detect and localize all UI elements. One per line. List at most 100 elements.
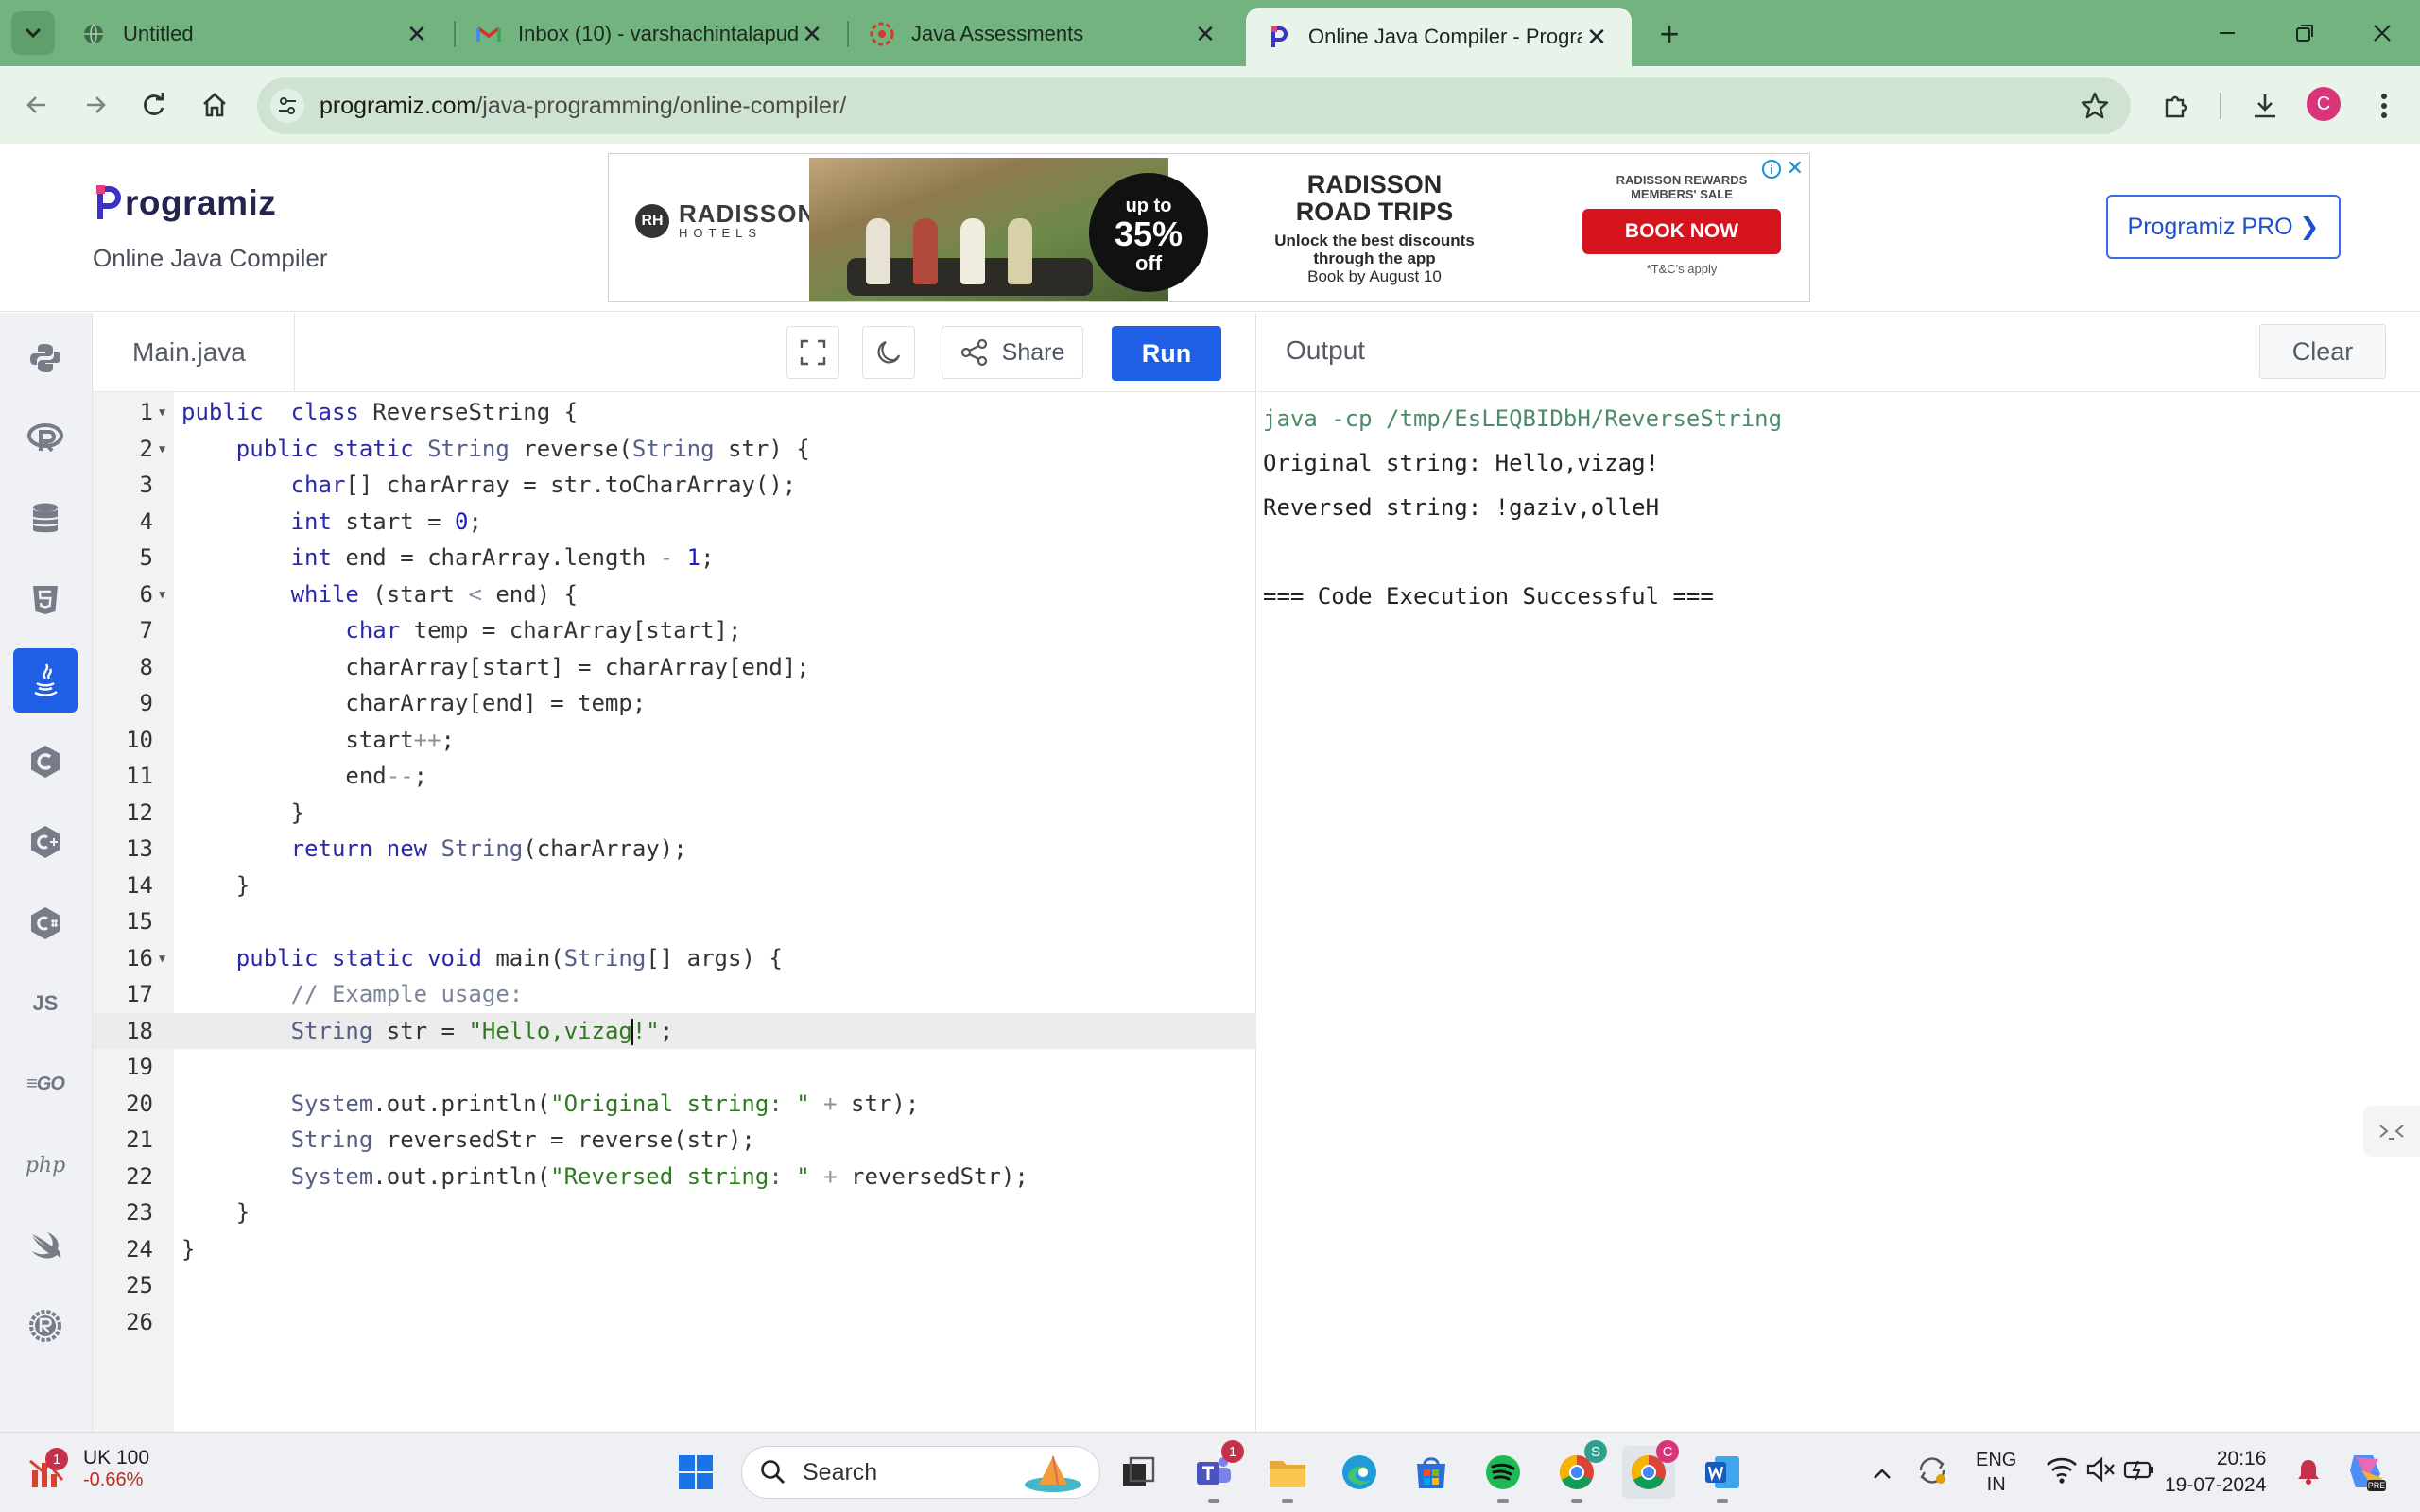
python-icon[interactable] <box>13 326 78 390</box>
start-button[interactable] <box>669 1446 722 1499</box>
site-info-icon[interactable] <box>270 89 304 123</box>
back-button[interactable] <box>15 83 59 127</box>
extensions-button[interactable] <box>2155 85 2197 127</box>
code-line[interactable]: 19 <box>93 1049 1256 1086</box>
code-line[interactable]: 7 char temp = charArray[start]; <box>93 612 1256 649</box>
code-line[interactable]: 11 end--; <box>93 758 1256 795</box>
taskbar-search[interactable]: Search <box>741 1446 1100 1499</box>
teams-app[interactable]: 1 <box>1187 1440 1244 1503</box>
clock[interactable]: 20:16 19-07-2024 <box>2165 1446 2266 1499</box>
ad-close-icon[interactable]: ✕ <box>1787 156 1804 180</box>
bookmark-star-icon[interactable] <box>2080 91 2110 121</box>
code-line[interactable]: 2 ▼ public static String reverse(String s… <box>93 431 1256 468</box>
code-line[interactable]: 17 // Example usage: <box>93 976 1256 1013</box>
programiz-logo[interactable]: rogramiz <box>95 181 276 223</box>
code-line[interactable]: 12 } <box>93 795 1256 832</box>
language-indicator[interactable]: ENG IN <box>1976 1448 2016 1497</box>
swift-icon[interactable] <box>13 1213 78 1278</box>
copilot-icon[interactable]: PRE <box>2344 1450 2388 1500</box>
code-line[interactable]: 1 ▼ public class ReverseString { <box>93 394 1256 431</box>
edge-app[interactable] <box>1333 1446 1386 1499</box>
cpp-icon[interactable] <box>13 810 78 874</box>
book-now-button[interactable]: BOOK NOW <box>1582 209 1781 254</box>
chrome-profile-s-app[interactable]: S <box>1550 1440 1607 1503</box>
battery-charging-icon[interactable] <box>2123 1455 2155 1490</box>
show-hidden-icons-button[interactable] <box>1872 1448 1893 1505</box>
minimize-button[interactable] <box>2199 9 2256 57</box>
downloads-button[interactable] <box>2244 85 2286 127</box>
js-icon[interactable]: JS <box>13 971 78 1036</box>
code-line[interactable]: 10 start++; <box>93 722 1256 759</box>
sync-icon[interactable] <box>1915 1453 1949 1494</box>
run-button[interactable]: Run <box>1112 326 1221 381</box>
code-line[interactable]: 25 <box>93 1267 1256 1304</box>
wifi-icon[interactable] <box>2046 1455 2078 1490</box>
clear-button[interactable]: Clear <box>2259 324 2386 379</box>
profile-avatar[interactable]: C <box>2307 87 2341 121</box>
feedback-tab[interactable] <box>2363 1106 2420 1157</box>
code-line[interactable]: 4 int start = 0; <box>93 504 1256 541</box>
html-icon[interactable] <box>13 568 78 632</box>
code-line[interactable]: 18 String str = "Hello,vizag!"; <box>93 1012 1256 1049</box>
close-tab-icon[interactable]: ✕ <box>1582 23 1611 51</box>
reload-button[interactable] <box>132 83 176 127</box>
tab-inbox[interactable]: Inbox (10) - varshachintalapudi ✕ <box>456 8 847 60</box>
java-icon[interactable] <box>13 648 78 713</box>
advertisement-banner[interactable]: RH RADISSON HOTELS up to 35% off RADISSO… <box>608 153 1810 302</box>
code-line[interactable]: 13 return new String(charArray); <box>93 831 1256 868</box>
share-button[interactable]: Share <box>942 326 1083 379</box>
code-line[interactable]: 3 char[] charArray = str.toCharArray(); <box>93 467 1256 504</box>
fold-toggle-icon[interactable]: ▼ <box>159 394 165 431</box>
code-line[interactable]: 14 } <box>93 868 1256 904</box>
close-tab-icon[interactable]: ✕ <box>403 20 431 48</box>
url-text[interactable]: programiz.com/java-programming/online-co… <box>320 93 846 120</box>
code-line[interactable]: 21 String reversedStr = reverse(str); <box>93 1122 1256 1159</box>
r-icon[interactable] <box>13 406 78 471</box>
home-button[interactable] <box>193 83 236 127</box>
ad-info-icon[interactable]: i <box>1762 160 1781 179</box>
rust-icon[interactable] <box>13 1294 78 1358</box>
code-line[interactable]: 20 System.out.println("Original string: … <box>93 1086 1256 1123</box>
tab-search-button[interactable] <box>11 11 55 55</box>
csharp-icon[interactable] <box>13 891 78 955</box>
file-tab-main-java[interactable]: Main.java <box>93 313 295 392</box>
word-app[interactable] <box>1696 1446 1749 1503</box>
code-line[interactable]: 6 ▼ while (start < end) { <box>93 576 1256 613</box>
programiz-pro-button[interactable]: Programiz PRO ❯ <box>2106 195 2341 259</box>
dark-mode-button[interactable] <box>862 326 915 379</box>
c-icon[interactable] <box>13 730 78 794</box>
file-explorer-app[interactable] <box>1261 1446 1314 1503</box>
forward-button[interactable] <box>74 83 117 127</box>
code-line[interactable]: 16 ▼ public static void main(String[] arg… <box>93 940 1256 977</box>
go-icon[interactable]: ≡GO <box>13 1052 78 1116</box>
volume-muted-icon[interactable] <box>2085 1455 2116 1490</box>
microsoft-store-app[interactable] <box>1405 1446 1458 1499</box>
fold-toggle-icon[interactable]: ▼ <box>159 576 165 613</box>
close-window-button[interactable] <box>2354 9 2411 57</box>
browser-menu-button[interactable] <box>2363 85 2405 127</box>
notifications-bell-icon[interactable] <box>2295 1457 2322 1492</box>
chrome-profile-c-app[interactable]: C <box>1622 1440 1679 1499</box>
code-line[interactable]: 24} <box>93 1231 1256 1268</box>
code-line[interactable]: 15 <box>93 903 1256 940</box>
code-line[interactable]: 26 <box>93 1304 1256 1341</box>
code-text-area[interactable]: 1 ▼ public class ReverseString {2 ▼ public … <box>93 392 1256 1432</box>
code-line[interactable]: 8 charArray[start] = charArray[end]; <box>93 649 1256 686</box>
tab-java-assessments[interactable]: Java Assessments ✕ <box>849 8 1240 60</box>
tab-untitled[interactable]: Untitled ✕ <box>60 8 452 60</box>
fold-toggle-icon[interactable]: ▼ <box>159 431 165 468</box>
code-line[interactable]: 9 charArray[end] = temp; <box>93 685 1256 722</box>
spotify-app[interactable] <box>1477 1446 1530 1503</box>
stock-widget[interactable]: 1 UK 100 -0.66% <box>28 1446 149 1491</box>
code-line[interactable]: 23 } <box>93 1194 1256 1231</box>
task-view-button[interactable] <box>1112 1446 1165 1499</box>
restore-button[interactable] <box>2276 9 2333 57</box>
close-tab-icon[interactable]: ✕ <box>1191 20 1219 48</box>
tab-online-java-compiler[interactable]: Online Java Compiler - Program ✕ <box>1246 8 1632 66</box>
php-icon[interactable]: php <box>13 1133 78 1197</box>
address-bar[interactable]: programiz.com/java-programming/online-co… <box>257 77 2131 134</box>
close-tab-icon[interactable]: ✕ <box>798 20 826 48</box>
code-line[interactable]: 22 System.out.println("Reversed string: … <box>93 1159 1256 1195</box>
new-tab-button[interactable]: + <box>1649 13 1690 55</box>
fullscreen-button[interactable] <box>786 326 839 379</box>
